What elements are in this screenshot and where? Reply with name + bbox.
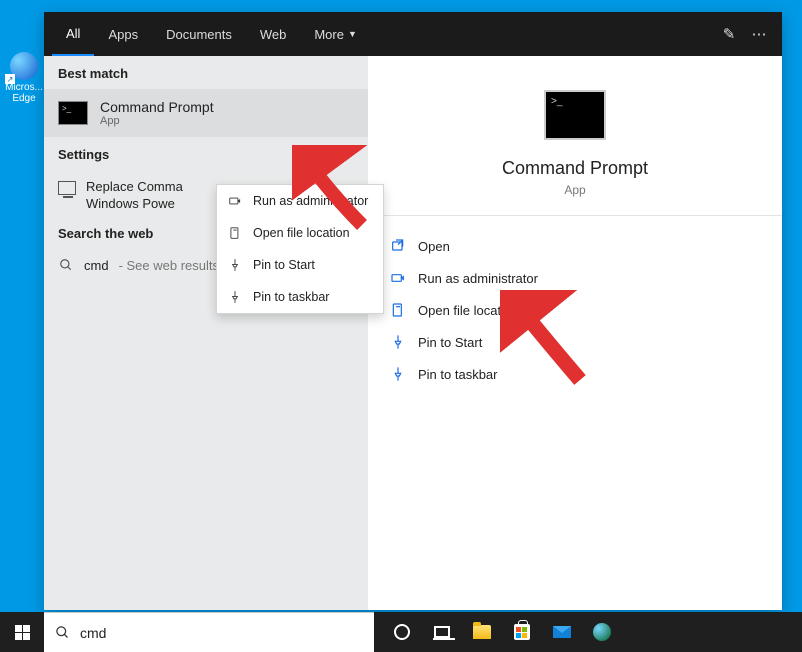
windows-logo-icon [15, 625, 30, 640]
action-label: Open [418, 239, 450, 254]
pin-icon [390, 366, 406, 382]
action-open-file-location[interactable]: Open file location [386, 294, 764, 326]
ctx-label: Open file location [253, 226, 350, 240]
edge-icon[interactable] [592, 622, 612, 642]
divider [368, 215, 782, 216]
pin-icon [390, 334, 406, 350]
action-label: Open file location [418, 303, 518, 318]
ctx-run-as-administrator[interactable]: Run as administrator [217, 185, 383, 217]
search-input-value: cmd [80, 625, 106, 641]
action-label: Pin to Start [418, 335, 482, 350]
result-subtitle: App [100, 115, 214, 127]
feedback-icon[interactable]: ✎ [714, 25, 744, 43]
microsoft-store-icon[interactable] [512, 622, 532, 642]
web-hint-text: - See web results [119, 258, 219, 273]
shield-icon [227, 193, 243, 209]
ctx-open-file-location[interactable]: Open file location [217, 217, 383, 249]
start-search-panel: All Apps Documents Web More ▼ ✎ ⋯ Best m… [44, 12, 782, 610]
tab-documents[interactable]: Documents [152, 12, 246, 56]
open-icon [390, 238, 406, 254]
chevron-down-icon: ▼ [348, 29, 357, 39]
folder-open-icon [390, 302, 406, 318]
ctx-pin-to-taskbar[interactable]: Pin to taskbar [217, 281, 383, 313]
results-left-column: Best match Command Prompt App Settings R… [44, 56, 368, 610]
desktop-shortcut-label: Micros... Edge [3, 82, 45, 104]
action-label: Pin to taskbar [418, 367, 498, 382]
action-label: Run as administrator [418, 271, 538, 286]
taskbar-search-input[interactable]: cmd [44, 612, 374, 652]
tab-apps[interactable]: Apps [94, 12, 152, 56]
folder-open-icon [227, 225, 243, 241]
more-options-icon[interactable]: ⋯ [744, 25, 774, 43]
tab-web[interactable]: Web [246, 12, 301, 56]
pin-icon [227, 289, 243, 305]
action-pin-to-start[interactable]: Pin to Start [386, 326, 764, 358]
details-subtitle: App [386, 183, 764, 197]
command-prompt-icon [544, 90, 606, 140]
web-query-text: cmd [84, 258, 109, 273]
result-command-prompt[interactable]: Command Prompt App [44, 89, 368, 137]
monitor-icon [58, 181, 76, 195]
settings-result-label: Replace Comma Windows Powe [86, 178, 183, 212]
tab-more-label: More [314, 27, 344, 42]
command-prompt-icon [58, 101, 88, 125]
best-match-header: Best match [44, 56, 368, 89]
ctx-pin-to-start[interactable]: Pin to Start [217, 249, 383, 281]
context-menu: Run as administrator Open file location … [216, 184, 384, 314]
result-title: Command Prompt [100, 99, 214, 115]
ctx-label: Pin to taskbar [253, 290, 329, 304]
desktop-shortcut-edge[interactable]: ↗ Micros... Edge [3, 52, 45, 104]
mail-icon[interactable] [552, 622, 572, 642]
action-run-as-administrator[interactable]: Run as administrator [386, 262, 764, 294]
tab-more[interactable]: More ▼ [300, 12, 371, 56]
shortcut-arrow-icon: ↗ [5, 74, 15, 84]
action-pin-to-taskbar[interactable]: Pin to taskbar [386, 358, 764, 390]
task-view-icon[interactable] [432, 622, 452, 642]
pin-icon [227, 257, 243, 273]
cortana-icon[interactable] [392, 622, 412, 642]
start-button[interactable] [0, 612, 44, 652]
tab-all[interactable]: All [52, 12, 94, 56]
ctx-label: Run as administrator [253, 194, 368, 208]
details-title: Command Prompt [386, 158, 764, 179]
search-icon [54, 625, 70, 641]
file-explorer-icon[interactable] [472, 622, 492, 642]
result-details-pane: Command Prompt App Open Run as administr… [368, 56, 782, 610]
search-icon [58, 257, 74, 273]
taskbar: cmd [0, 612, 802, 652]
settings-header: Settings [44, 137, 368, 170]
search-filter-tabs: All Apps Documents Web More ▼ ✎ ⋯ [44, 12, 782, 56]
shield-icon [390, 270, 406, 286]
ctx-label: Pin to Start [253, 258, 315, 272]
action-open[interactable]: Open [386, 230, 764, 262]
